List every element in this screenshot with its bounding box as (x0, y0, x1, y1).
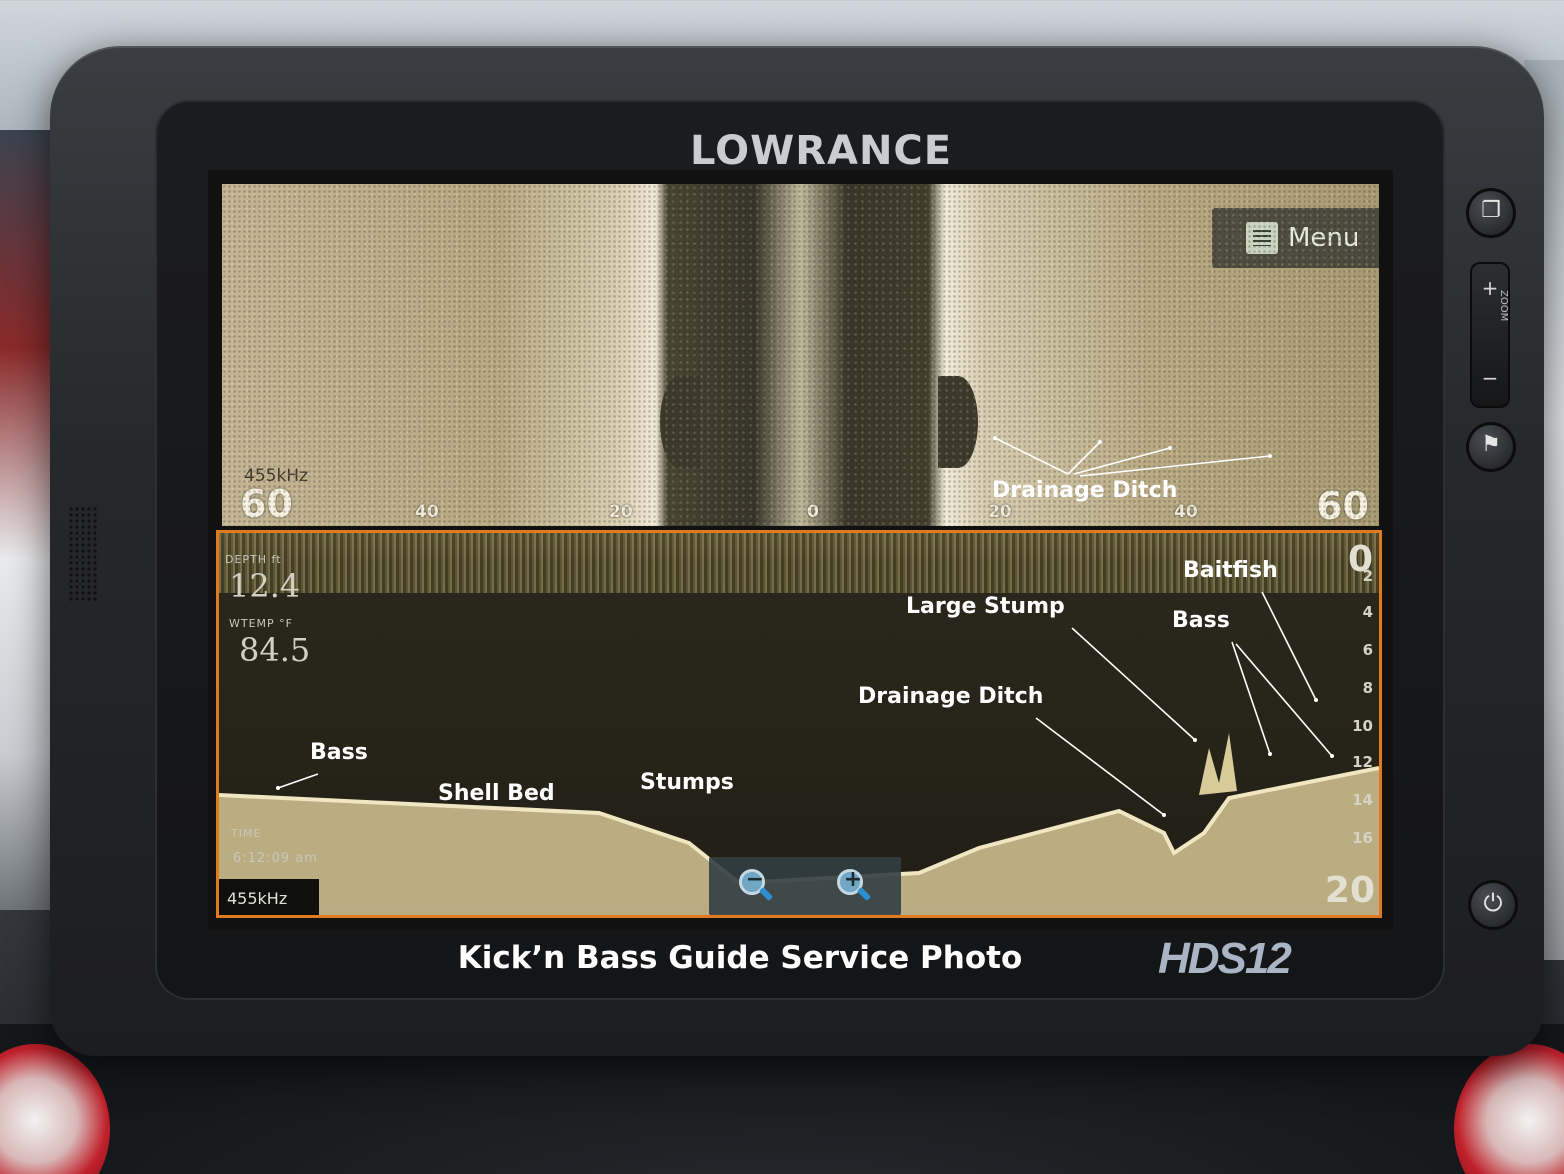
pages-button[interactable]: ❐ (1466, 188, 1516, 238)
time-label: TIME (231, 827, 262, 840)
downscan-sonar-pane[interactable]: DEPTH ft 12.4 WTEMP °F 84.5 TIME 6:12:09… (216, 530, 1382, 918)
zoom-out-symbol: − (745, 867, 765, 892)
temp-value: 84.5 (239, 631, 311, 669)
photo-caption: Kick’n Bass Guide Service Photo (457, 940, 1023, 976)
depth-scale-tick: 2 (1362, 567, 1373, 585)
depth-scale-tick: 4 (1362, 603, 1373, 621)
annotation-stumps: Stumps (640, 770, 734, 795)
depth-value: 12.4 (229, 567, 301, 605)
depth-scale-tick: 8 (1362, 679, 1373, 697)
depth-scale-tick: 10 (1352, 717, 1373, 735)
sidescan-range-right: 60 (1316, 484, 1369, 526)
ditch-shape-left (660, 376, 700, 468)
pages-icon: ❐ (1481, 198, 1501, 223)
brand-logo: LOWRANCE (690, 128, 953, 174)
sidescan-tick: 20 (609, 502, 633, 522)
speaker-grill (68, 506, 98, 601)
sidescan-pane[interactable]: Menu 455kHz 60 60 40 20 0 20 40 (222, 184, 1379, 526)
annotation-shell-bed: Shell Bed (438, 781, 555, 806)
rocker-minus[interactable]: − (1470, 366, 1510, 390)
annotation-large-stump: Large Stump (906, 594, 1065, 619)
menu-icon (1246, 222, 1278, 254)
ditch-shape-right (938, 376, 978, 468)
zoom-out-button[interactable]: − (735, 867, 775, 907)
sidescan-tick: 40 (415, 502, 439, 522)
sidescan-tick: 40 (1174, 502, 1198, 522)
depth-scale-tick: 6 (1362, 641, 1373, 659)
power-button[interactable]: ⏻ (1468, 880, 1518, 930)
depth-label: DEPTH ft (225, 553, 282, 566)
sidescan-frequency: 455kHz (244, 466, 308, 486)
power-icon: ⏻ (1483, 889, 1503, 917)
time-value: 6:12:09 am (233, 851, 318, 866)
rocker-label: ZOOM (1498, 290, 1509, 322)
annotation-drainage-ditch-sidescan: Drainage Ditch (992, 478, 1178, 503)
depth-scale-tick: 16 (1352, 829, 1373, 847)
stump-mark (1199, 733, 1237, 795)
sidescan-tick: 20 (988, 502, 1012, 522)
sidescan-range-left: 60 (240, 482, 293, 526)
sonar-frequency: 455kHz (219, 879, 319, 915)
depth-scale-tick: 12 (1352, 753, 1373, 771)
annotation-bass-right: Bass (1172, 608, 1230, 633)
temp-label: WTEMP °F (229, 617, 293, 630)
sidescan-tick: 0 (807, 502, 819, 522)
display-screen: Menu 455kHz 60 60 40 20 0 20 40 DEPTH ft… (208, 170, 1393, 930)
model-logo: HDS12 (1158, 934, 1292, 983)
waypoint-flag-icon: ⚑ (1481, 432, 1501, 457)
zoom-controls: − + (709, 857, 901, 915)
depth-scale-tick: 14 (1352, 791, 1373, 809)
menu-label: Menu (1288, 223, 1360, 253)
depth-scale-bottom: 20 (1324, 870, 1375, 911)
zoom-in-symbol: + (843, 867, 863, 892)
menu-button[interactable]: Menu (1212, 208, 1379, 268)
zoom-rocker[interactable]: + − (1470, 262, 1510, 408)
zoom-in-button[interactable]: + (833, 867, 873, 907)
annotation-bass-left: Bass (310, 740, 368, 765)
annotation-drainage-ditch-downscan: Drainage Ditch (858, 684, 1044, 709)
waypoint-button[interactable]: ⚑ (1466, 422, 1516, 472)
annotation-baitfish: Baitfish (1183, 558, 1278, 583)
